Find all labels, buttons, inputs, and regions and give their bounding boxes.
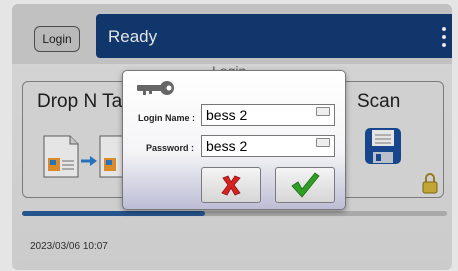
checkmark-icon (291, 172, 320, 198)
login-name-value: bess 2 (206, 107, 248, 123)
cross-icon (221, 175, 241, 196)
keyboard-icon[interactable] (316, 107, 330, 116)
confirm-button[interactable] (275, 167, 335, 203)
password-input[interactable]: bess 2 (201, 135, 335, 157)
login-name-input[interactable]: bess 2 (201, 104, 335, 126)
keyboard-icon[interactable] (316, 138, 330, 147)
password-label: Password : (146, 143, 195, 153)
login-name-label: Login Name : (138, 113, 196, 123)
password-value: bess 2 (206, 138, 248, 154)
key-icon (137, 81, 174, 95)
cancel-button[interactable] (201, 167, 261, 203)
login-dialog: Login Name : bess 2 Password : bess 2 (122, 70, 346, 210)
